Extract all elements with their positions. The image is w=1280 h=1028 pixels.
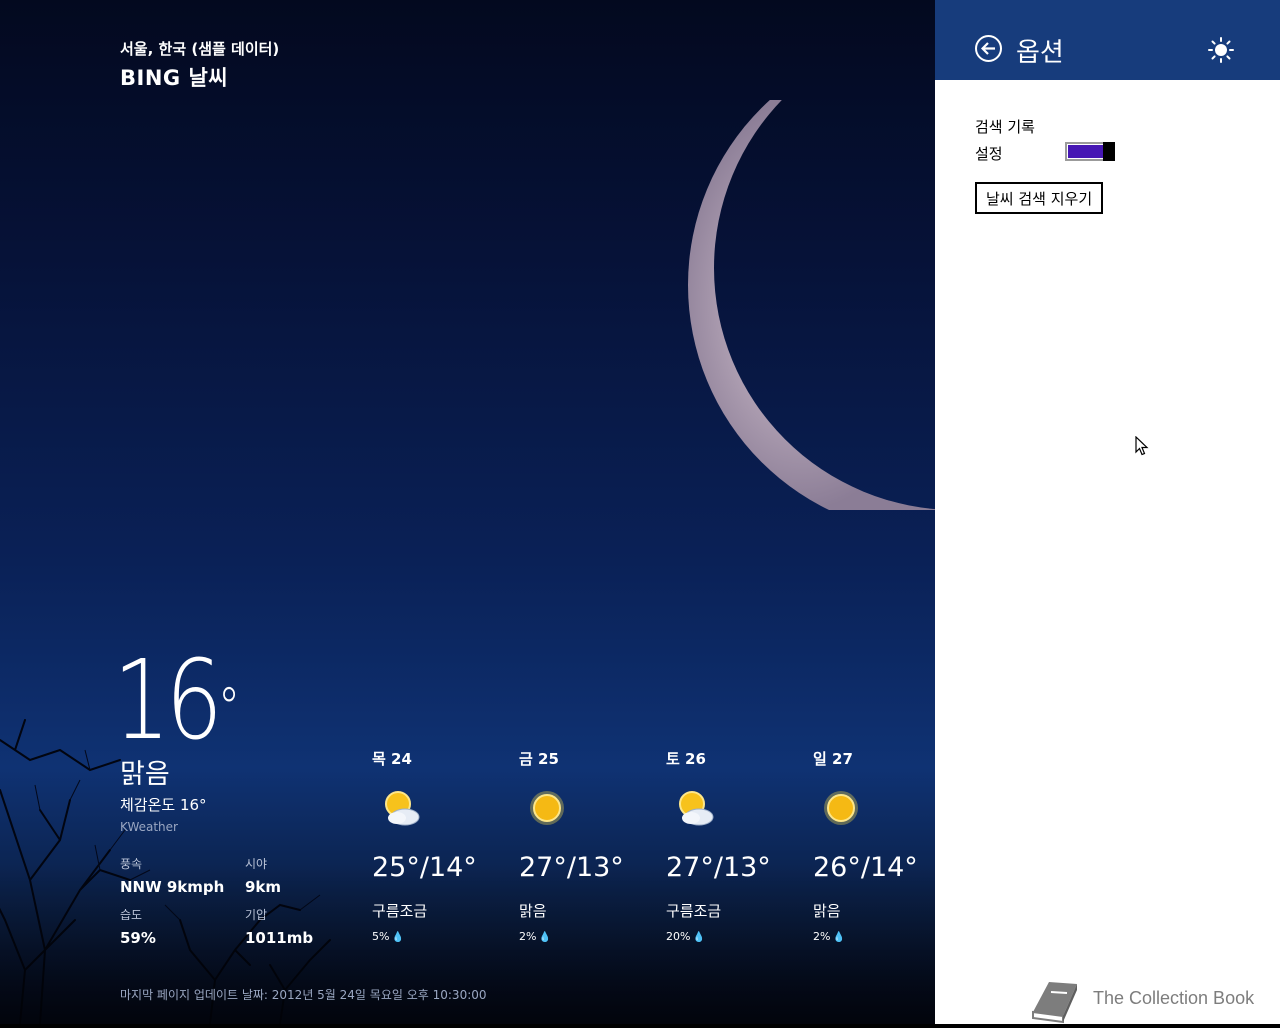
raindrop-icon: 💧 — [391, 932, 404, 943]
forecast-temp: 25°/14° — [372, 852, 477, 883]
back-arrow-glyph — [981, 42, 995, 55]
forecast-day[interactable]: 목 24 25°/14° 구름조금 5% 💧 — [372, 748, 512, 943]
toggle-fill — [1068, 145, 1104, 158]
forecast-condition: 맑음 — [519, 902, 547, 920]
raindrop-icon: 💧 — [832, 932, 845, 943]
visibility-label: 시야 — [245, 857, 268, 871]
forecast-temp: 27°/13° — [666, 852, 771, 883]
forecast-temp: 27°/13° — [519, 852, 624, 883]
options-flyout: 옵션 검색 기록 설정 날씨 검색 지우기 The Collection Boo… — [935, 0, 1280, 1024]
pressure-label: 기압 — [245, 908, 268, 922]
flyout-title: 옵션 — [1016, 38, 1064, 68]
book-icon — [1032, 982, 1077, 1024]
pressure-value: 1011mb — [245, 929, 314, 947]
temperature-value: 16 — [113, 636, 223, 764]
wind-label: 풍속 — [120, 857, 143, 871]
moon-image — [670, 100, 935, 510]
forecast-precip: 2% 💧 — [519, 930, 551, 943]
forecast-day-label: 목 24 — [372, 750, 412, 768]
forecast-day-label: 토 26 — [666, 750, 706, 768]
forecast-condition: 구름조금 — [666, 902, 722, 920]
search-history-title: 검색 기록 — [975, 118, 1035, 136]
precip-value: 2% — [813, 930, 831, 943]
wind-value: NNW 9kmph — [120, 878, 225, 896]
feels-like: 체감온도 16° — [120, 796, 207, 814]
app-title: BING 날씨 — [120, 66, 229, 90]
forecast-condition: 구름조금 — [372, 902, 428, 920]
current-temperature: 16° — [113, 640, 240, 760]
degree-symbol: ° — [217, 676, 241, 739]
weather-panel: 서울, 한국 (샘플 데이터) BING 날씨 16° 맑음 체감온도 16° … — [0, 0, 935, 1024]
forecast-day[interactable]: 일 27 26°/14° 맑음 2% 💧 — [813, 748, 935, 943]
sunny-icon — [530, 791, 564, 825]
watermark: The Collection Book — [1027, 978, 1277, 1024]
search-history-toggle[interactable] — [1065, 142, 1115, 161]
humidity-label: 습도 — [120, 908, 143, 922]
forecast-temp: 26°/14° — [813, 852, 918, 883]
forecast-precip: 20% 💧 — [666, 930, 705, 943]
sun-icon — [1208, 37, 1234, 63]
clear-history-button[interactable]: 날씨 검색 지우기 — [975, 182, 1104, 214]
precip-value: 2% — [519, 930, 537, 943]
sunny-icon — [824, 791, 858, 825]
forecast-condition: 맑음 — [813, 902, 841, 920]
precip-value: 5% — [372, 930, 390, 943]
partly-cloudy-icon — [679, 791, 714, 826]
watermark-text: The Collection Book — [1093, 988, 1255, 1008]
back-arrow-icon[interactable] — [975, 35, 1002, 62]
last-updated: 마지막 페이지 업데이트 날짜: 2012년 5월 24일 목요일 오후 10:… — [120, 988, 487, 1002]
forecast-precip: 2% 💧 — [813, 930, 845, 943]
humidity-value: 59% — [120, 929, 156, 947]
toggle-thumb[interactable] — [1103, 142, 1115, 161]
location-label[interactable]: 서울, 한국 (샘플 데이터) — [120, 38, 279, 59]
raindrop-icon: 💧 — [538, 932, 551, 943]
mouse-cursor-icon — [1135, 436, 1149, 456]
raindrop-icon: 💧 — [692, 932, 705, 943]
precip-value: 20% — [666, 930, 691, 943]
forecast-day-label: 일 27 — [813, 750, 853, 768]
current-condition: 맑음 — [120, 759, 170, 790]
forecast-day-label: 금 25 — [519, 750, 559, 768]
forecast-day[interactable]: 금 25 27°/13° 맑음 2% 💧 — [519, 748, 659, 943]
flyout-header: 옵션 — [935, 0, 1280, 80]
provider-link[interactable]: KWeather — [120, 820, 178, 834]
forecast-precip: 5% 💧 — [372, 930, 404, 943]
partly-cloudy-icon — [385, 791, 420, 826]
toggle-label: 설정 — [975, 145, 1003, 163]
forecast-day[interactable]: 토 26 27°/13° 구름조금 20% 💧 — [666, 748, 806, 943]
visibility-value: 9km — [245, 878, 282, 896]
